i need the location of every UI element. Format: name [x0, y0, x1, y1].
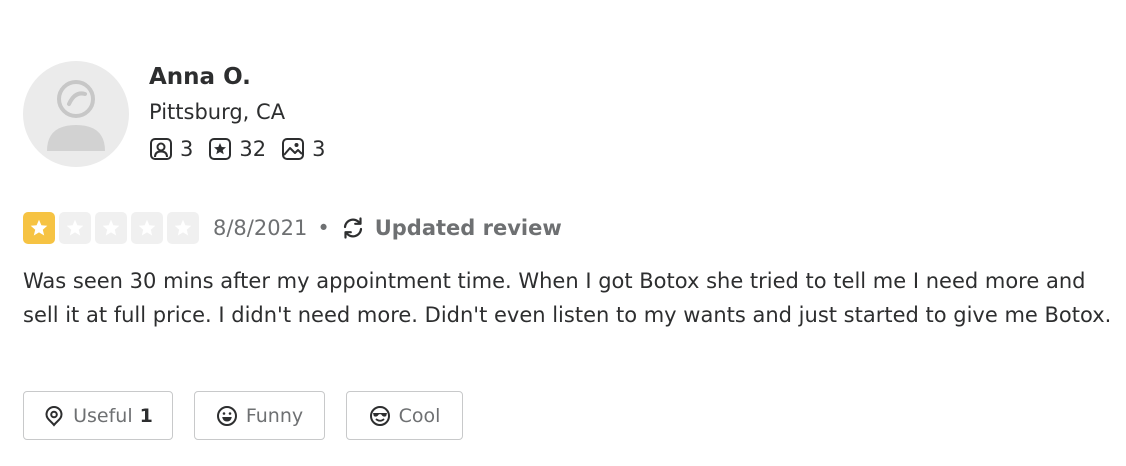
- stat-photos: 3: [281, 137, 325, 161]
- stat-friends: 3: [149, 137, 193, 161]
- star-filled: [23, 211, 55, 244]
- star-empty: [95, 211, 127, 244]
- star-empty: [131, 211, 163, 244]
- photo-icon: [281, 137, 305, 161]
- useful-button[interactable]: Useful 1: [23, 391, 173, 440]
- star-icon: [102, 219, 120, 235]
- star-rating: [23, 211, 203, 244]
- star-icon: [66, 219, 84, 235]
- review-card: Anna O. Pittsburg, CA 3 32 3 8/8/2021 • …: [23, 0, 1113, 466]
- user-info: Anna O. Pittsburg, CA 3 32 3: [149, 62, 340, 163]
- star-empty: [59, 211, 91, 244]
- stat-reviews: 32: [208, 137, 266, 161]
- review-star-icon: [208, 137, 232, 161]
- review-date: 8/8/2021: [213, 215, 308, 240]
- user-avatar[interactable]: [23, 61, 129, 167]
- cool-button[interactable]: Cool: [346, 391, 463, 440]
- funny-button[interactable]: Funny: [194, 391, 325, 440]
- star-icon: [138, 219, 156, 235]
- default-avatar-icon: [47, 80, 105, 151]
- reaction-buttons: Useful 1 Funny Cool: [23, 391, 484, 440]
- sunglasses-face-icon: [369, 405, 391, 427]
- funny-label: Funny: [245, 404, 304, 427]
- cool-label: Cool: [398, 404, 441, 427]
- updated-review-label[interactable]: Updated review: [375, 216, 562, 240]
- rating-row: 8/8/2021 • Updated review: [23, 211, 562, 244]
- user-location: Pittsburg, CA: [149, 100, 286, 124]
- useful-label: Useful: [73, 404, 133, 427]
- star-icon: [174, 219, 192, 235]
- user-stats: 3 32 3: [149, 135, 340, 163]
- reviews-count: 32: [239, 137, 267, 161]
- lightbulb-icon: [43, 405, 65, 427]
- friends-count: 3: [180, 137, 194, 161]
- useful-count: 1: [139, 404, 153, 427]
- smile-icon: [216, 405, 238, 427]
- user-name[interactable]: Anna O.: [149, 62, 340, 92]
- friends-icon: [149, 137, 173, 161]
- separator-dot: •: [317, 215, 330, 240]
- star-icon: [30, 219, 48, 235]
- star-empty: [167, 211, 199, 244]
- review-text: Was seen 30 mins after my appointment ti…: [23, 269, 1112, 327]
- photos-count: 3: [312, 137, 326, 161]
- refresh-icon: [340, 215, 366, 241]
